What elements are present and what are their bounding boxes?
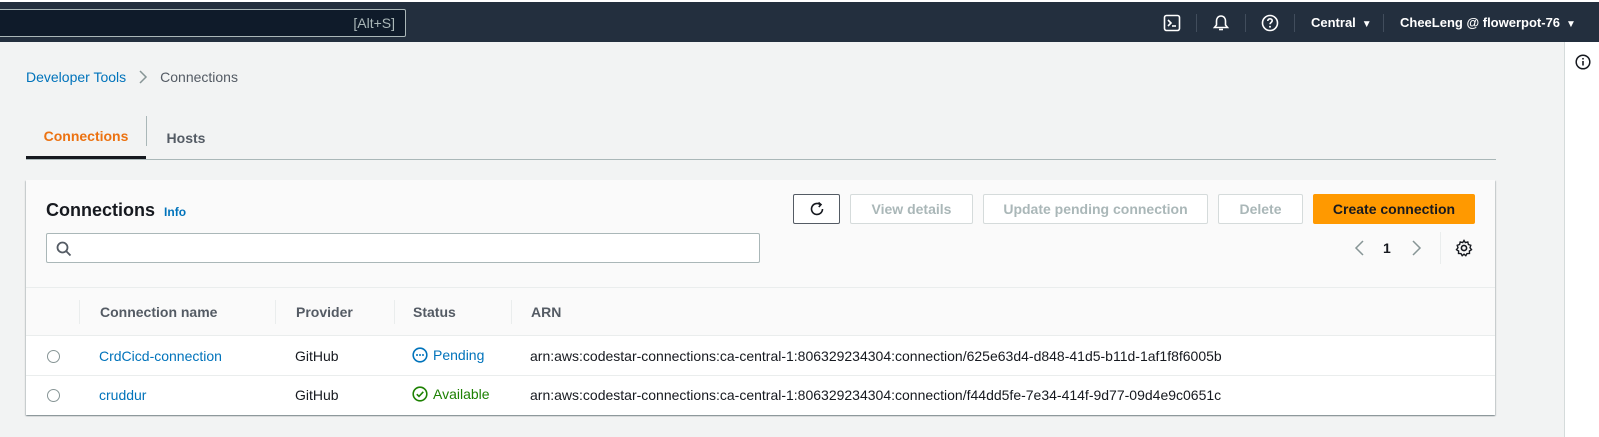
search-shortcut-hint: [Alt+S]	[353, 15, 395, 31]
nav-divider	[1383, 14, 1384, 32]
row-select-radio[interactable]	[47, 389, 60, 402]
filter-field	[46, 233, 760, 263]
connection-name-link[interactable]: CrdCicd-connection	[99, 348, 222, 364]
column-divider	[79, 300, 80, 324]
tab-hosts[interactable]: Hosts	[147, 116, 225, 159]
region-selector[interactable]: Central ▼	[1311, 15, 1372, 30]
create-connection-button[interactable]: Create connection	[1313, 194, 1475, 224]
status-badge: Pending	[412, 347, 484, 363]
help-icon[interactable]	[1260, 13, 1280, 33]
search-icon	[56, 241, 72, 257]
filter-input[interactable]	[81, 238, 751, 258]
table-row[interactable]: cruddur GitHub Available arn:aws:codesta…	[26, 376, 1495, 415]
chevron-right-icon	[138, 70, 148, 84]
top-navigation: [Alt+S] Central ▼ CheeLeng @ flowerpot-76…	[0, 0, 1599, 42]
breadcrumb: Developer Tools Connections	[26, 69, 238, 85]
breadcrumb-developer-tools[interactable]: Developer Tools	[26, 69, 126, 85]
panel-header: Connections Info View details Update pen…	[26, 180, 1495, 288]
info-circle-icon[interactable]	[1575, 54, 1591, 70]
row-select-radio[interactable]	[47, 350, 60, 363]
region-label: Central	[1311, 15, 1356, 30]
pager-divider	[1440, 232, 1441, 264]
chevron-left-icon[interactable]	[1353, 240, 1367, 256]
connection-name-link[interactable]: cruddur	[99, 387, 146, 403]
table-header: Connection name Provider Status ARN	[26, 288, 1495, 336]
nav-divider	[1245, 14, 1246, 32]
pagination: 1	[1353, 237, 1423, 259]
column-header-provider[interactable]: Provider	[296, 304, 353, 320]
column-header-arn[interactable]: ARN	[531, 304, 561, 320]
help-panel-rail	[1564, 42, 1599, 437]
breadcrumb-current: Connections	[160, 69, 238, 85]
tab-bar: Connections Hosts	[26, 116, 1496, 160]
provider-cell: GitHub	[295, 387, 339, 403]
global-search-input[interactable]: [Alt+S]	[0, 9, 406, 37]
status-text: Available	[433, 386, 490, 402]
info-link[interactable]: Info	[164, 205, 186, 219]
panel-title: Connections Info	[46, 200, 186, 221]
provider-cell: GitHub	[295, 348, 339, 364]
status-text: Pending	[433, 347, 485, 363]
column-divider	[394, 300, 395, 324]
connections-table-container: Connections Info View details Update pen…	[26, 180, 1495, 415]
account-label: CheeLeng @ flowerpot-76	[1400, 15, 1561, 30]
tab-connections[interactable]: Connections	[26, 116, 146, 159]
nav-divider	[1196, 14, 1197, 32]
status-success-icon	[412, 386, 428, 402]
update-pending-connection-button[interactable]: Update pending connection	[983, 194, 1208, 224]
column-divider	[511, 300, 512, 324]
bell-icon[interactable]	[1211, 13, 1231, 33]
status-pending-icon	[412, 347, 428, 363]
arn-cell: arn:aws:codestar-connections:ca-central-…	[530, 348, 1222, 364]
caret-down-icon: ▼	[1361, 19, 1372, 30]
arn-cell: arn:aws:codestar-connections:ca-central-…	[530, 387, 1222, 403]
refresh-icon	[810, 201, 823, 216]
refresh-button[interactable]	[793, 194, 840, 224]
gear-icon[interactable]	[1455, 239, 1473, 257]
column-header-status[interactable]: Status	[413, 304, 456, 320]
cloudshell-icon[interactable]	[1162, 13, 1182, 33]
view-details-button[interactable]: View details	[850, 194, 973, 224]
account-menu[interactable]: CheeLeng @ flowerpot-76 ▼	[1400, 15, 1576, 30]
chevron-right-icon[interactable]	[1409, 240, 1423, 256]
panel-title-text: Connections	[46, 200, 156, 220]
table-row[interactable]: CrdCicd-connection GitHub Pending arn:aw…	[26, 337, 1495, 376]
page-number[interactable]: 1	[1383, 240, 1391, 256]
column-divider	[275, 300, 276, 324]
status-badge: Available	[412, 386, 490, 402]
delete-button[interactable]: Delete	[1218, 194, 1303, 224]
caret-down-icon: ▼	[1566, 19, 1576, 30]
column-header-connection-name[interactable]: Connection name	[100, 304, 217, 320]
nav-divider	[1294, 14, 1295, 32]
